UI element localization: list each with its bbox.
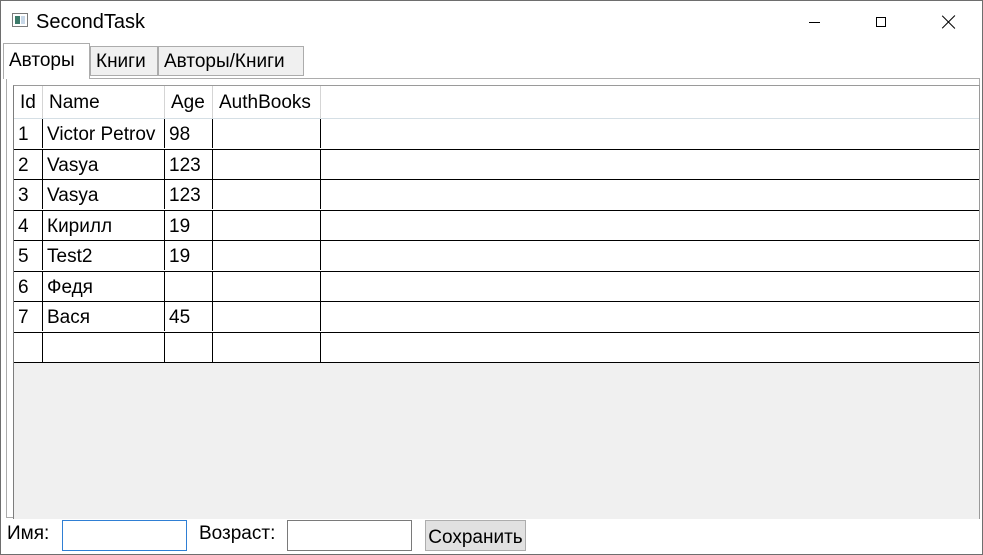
cell-age[interactable]: 19	[165, 210, 213, 240]
save-button[interactable]: Сохранить	[425, 520, 526, 551]
form-footer: Имя: Возраст: Сохранить	[1, 518, 982, 554]
minimize-icon	[808, 21, 820, 23]
table-row[interactable]: 5 Test2 19	[14, 241, 979, 272]
table-row[interactable]: 6 Федя	[14, 271, 979, 302]
cell-age[interactable]: 123	[165, 180, 213, 209]
cell-age[interactable]: 45	[165, 302, 213, 331]
cell-age[interactable]	[165, 332, 213, 362]
cell-id[interactable]: 2	[14, 149, 43, 179]
tab-authors-books[interactable]: Авторы/Книги	[158, 46, 304, 76]
cell-id[interactable]	[14, 332, 43, 362]
cell-name[interactable]: Кирилл	[43, 210, 165, 240]
close-button[interactable]	[926, 1, 972, 43]
grid-header: Id Name Age AuthBooks	[14, 86, 979, 119]
cell-name[interactable]: Vasya	[43, 149, 165, 179]
minimize-button[interactable]	[791, 1, 837, 43]
cell-name[interactable]: Vasya	[43, 180, 165, 209]
cell-age[interactable]: 123	[165, 149, 213, 179]
name-label: Имя:	[7, 523, 50, 544]
maximize-button[interactable]	[858, 1, 904, 43]
app-icon	[12, 13, 28, 27]
name-input[interactable]	[62, 520, 187, 551]
cell-name[interactable]	[43, 332, 165, 362]
age-input[interactable]	[287, 520, 412, 551]
cell-name[interactable]: Victor Petrov	[43, 119, 165, 148]
age-label: Возраст:	[199, 523, 276, 544]
tab-authors[interactable]: Авторы	[3, 43, 90, 79]
table-row[interactable]: 3 Vasya 123	[14, 180, 979, 211]
close-icon	[942, 15, 956, 29]
tab-books[interactable]: Книги	[90, 46, 158, 76]
cell-name[interactable]: Федя	[43, 271, 165, 301]
maximize-icon	[876, 17, 886, 27]
cell-authbooks[interactable]	[213, 302, 321, 331]
table-row[interactable]: 7 Вася 45	[14, 302, 979, 333]
column-header-id[interactable]: Id	[14, 86, 43, 118]
table-row[interactable]: 1 Victor Petrov 98	[14, 119, 979, 150]
new-row-placeholder[interactable]	[14, 332, 979, 363]
cell-authbooks[interactable]	[213, 180, 321, 209]
cell-authbooks[interactable]	[213, 241, 321, 270]
cell-authbooks[interactable]	[213, 210, 321, 240]
cell-age[interactable]	[165, 271, 213, 301]
cell-id[interactable]: 7	[14, 302, 43, 331]
cell-id[interactable]: 4	[14, 210, 43, 240]
app-window: SecondTask Авторы Книги Авторы/Книги Id …	[0, 0, 983, 555]
window-title: SecondTask	[36, 11, 145, 33]
column-header-authbooks[interactable]: AuthBooks	[213, 86, 321, 118]
column-header-name[interactable]: Name	[43, 86, 165, 118]
cell-name[interactable]: Вася	[43, 302, 165, 331]
cell-age[interactable]: 98	[165, 119, 213, 148]
table-row[interactable]: 2 Vasya 123	[14, 149, 979, 180]
cell-authbooks[interactable]	[213, 119, 321, 148]
authors-data-grid[interactable]: Id Name Age AuthBooks 1 Victor Petrov 98…	[13, 85, 980, 519]
title-bar[interactable]: SecondTask	[1, 1, 982, 43]
cell-name[interactable]: Test2	[43, 241, 165, 270]
tab-panel: Id Name Age AuthBooks 1 Victor Petrov 98…	[6, 78, 980, 519]
cell-authbooks[interactable]	[213, 271, 321, 301]
cell-id[interactable]: 5	[14, 241, 43, 270]
table-row[interactable]: 4 Кирилл 19	[14, 210, 979, 241]
cell-age[interactable]: 19	[165, 241, 213, 270]
cell-authbooks[interactable]	[213, 149, 321, 179]
column-header-age[interactable]: Age	[165, 86, 213, 118]
cell-authbooks[interactable]	[213, 332, 321, 362]
grid-rows: 1 Victor Petrov 98 2 Vasya 123 3 Vasya 1…	[14, 119, 979, 363]
cell-id[interactable]: 1	[14, 119, 43, 148]
cell-id[interactable]: 3	[14, 180, 43, 209]
cell-id[interactable]: 6	[14, 271, 43, 301]
